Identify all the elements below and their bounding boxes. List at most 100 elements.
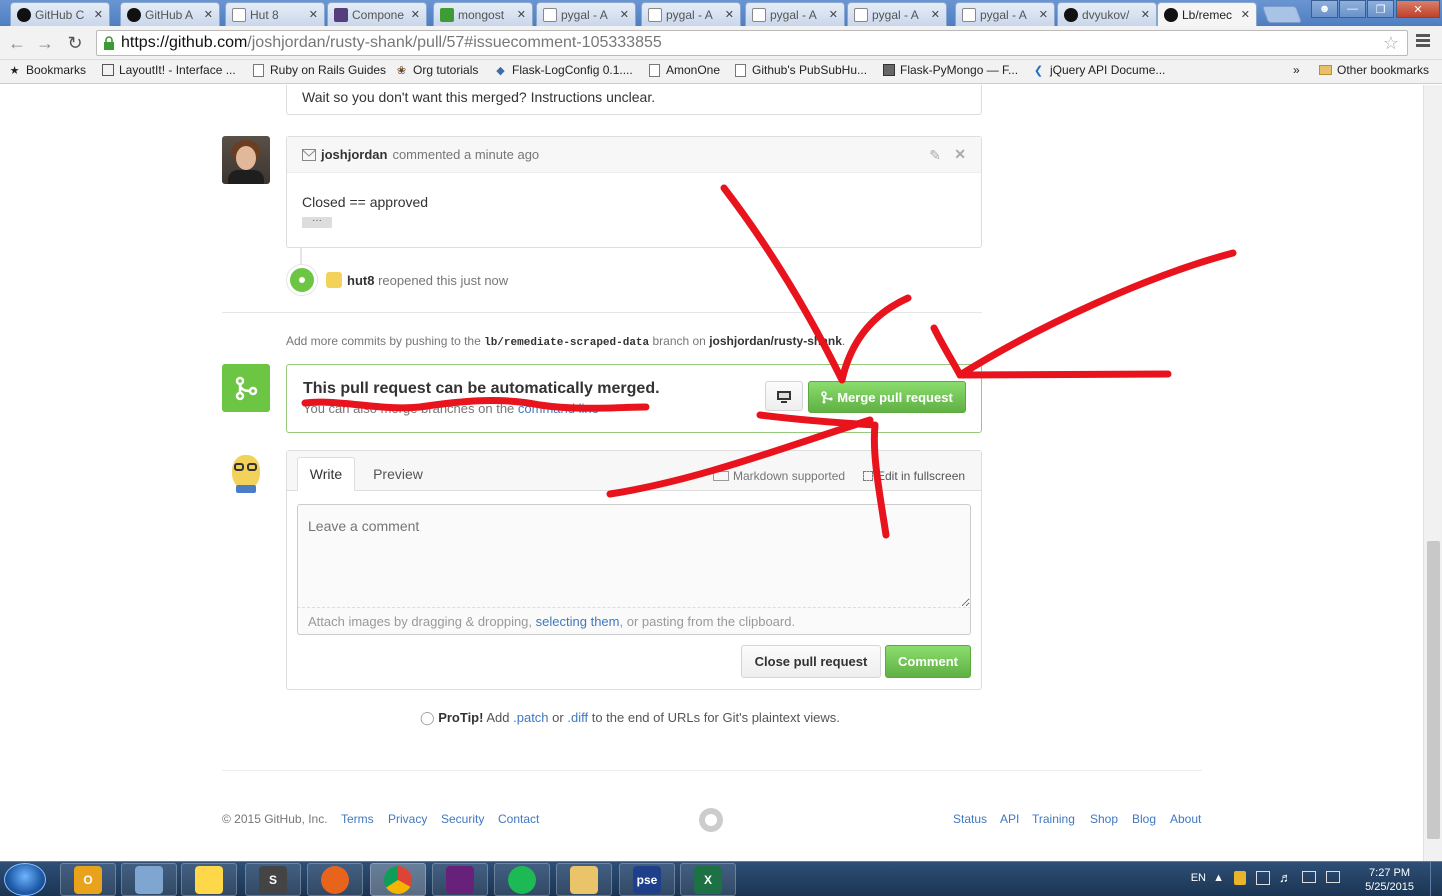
browser-tab[interactable]: pygal - A ✕ bbox=[536, 2, 636, 26]
grid-icon bbox=[101, 64, 114, 77]
taskbar-app-button[interactable] bbox=[307, 863, 363, 896]
page-icon bbox=[752, 7, 766, 22]
bookmark-pubsubhubbub[interactable]: Github's PubSubHu... bbox=[734, 63, 867, 77]
reload-button[interactable]: ↻ bbox=[64, 32, 86, 54]
volume-icon[interactable]: ♬ bbox=[1279, 870, 1292, 885]
browser-tab[interactable]: pygal - A ✕ bbox=[641, 2, 741, 26]
browser-tab[interactable]: pygal - A ✕ bbox=[745, 2, 845, 26]
tab-close-icon[interactable]: ✕ bbox=[725, 8, 734, 21]
page-scrollbar[interactable] bbox=[1423, 85, 1442, 861]
browser-tab[interactable]: Compone ✕ bbox=[327, 2, 427, 26]
book-icon bbox=[882, 64, 895, 77]
tab-close-icon[interactable]: ✕ bbox=[620, 8, 629, 21]
browser-tab[interactable]: Hut 8 ✕ bbox=[225, 2, 325, 26]
spotify-icon bbox=[508, 865, 536, 894]
language-indicator[interactable]: EN bbox=[1191, 872, 1206, 884]
taskbar-app-button[interactable] bbox=[181, 863, 237, 896]
browser-tab[interactable]: mongost ✕ bbox=[433, 2, 533, 26]
taskbar-app-button[interactable] bbox=[370, 863, 426, 896]
bookmark-bookmarks[interactable]: ★ Bookmarks bbox=[8, 63, 86, 77]
address-bar[interactable]: https://github.com/joshjordan/rusty-shan… bbox=[96, 30, 1408, 56]
star-icon: ★ bbox=[9, 64, 20, 77]
url-host: https://github.com bbox=[121, 34, 248, 51]
back-button[interactable]: ← bbox=[6, 32, 28, 54]
forward-button[interactable]: → bbox=[34, 32, 56, 54]
tab-close-icon[interactable]: ✕ bbox=[1039, 8, 1048, 21]
tab-close-icon[interactable]: ✕ bbox=[204, 8, 213, 21]
show-hidden-icons[interactable]: ▲ bbox=[1213, 872, 1224, 884]
page-icon bbox=[734, 63, 747, 77]
minimize-button[interactable]: — bbox=[1339, 0, 1366, 18]
visual-studio-icon bbox=[446, 865, 474, 894]
tray-app-icon[interactable] bbox=[1234, 871, 1246, 885]
jquery-icon: ❮ bbox=[1033, 64, 1044, 77]
browser-tab-strip: GitHub C ✕ GitHub A ✕ Hut 8 ✕ Compone ✕ mongost ✕… bbox=[0, 0, 1442, 26]
bookmark-other[interactable]: Other bookmarks bbox=[1319, 63, 1429, 77]
browser-tab[interactable]: GitHub C ✕ bbox=[10, 2, 110, 26]
taskbar-app-button[interactable] bbox=[494, 863, 550, 896]
tab-close-icon[interactable]: ✕ bbox=[931, 8, 940, 21]
python-icon: ◆ bbox=[496, 64, 505, 77]
taskbar-app-button[interactable]: pse bbox=[619, 863, 675, 896]
page-icon bbox=[648, 63, 661, 77]
firefox-icon bbox=[321, 865, 349, 894]
calculator-icon bbox=[135, 865, 163, 894]
new-tab-button[interactable] bbox=[1261, 6, 1303, 23]
windows-start-button[interactable] bbox=[4, 863, 46, 896]
browser-tab[interactable]: pygal - A ✕ bbox=[955, 2, 1055, 26]
taskbar-app-button[interactable] bbox=[121, 863, 177, 896]
tab-close-icon[interactable]: ✕ bbox=[1141, 8, 1150, 21]
bookmarks-overflow-button[interactable]: » bbox=[1293, 63, 1300, 77]
tab-close-icon[interactable]: ✕ bbox=[1241, 8, 1250, 21]
bookmark-star-icon[interactable]: ☆ bbox=[1383, 33, 1399, 54]
arrow-top bbox=[720, 184, 912, 384]
taskbar-app-button[interactable]: S bbox=[245, 863, 301, 896]
user-icon[interactable]: ☻ bbox=[1311, 0, 1338, 18]
tab-close-icon[interactable]: ✕ bbox=[94, 8, 103, 21]
bookmarks-bar: ★ Bookmarks LayoutIt! - Interface ... Rub… bbox=[0, 60, 1442, 84]
network-icon[interactable] bbox=[1302, 871, 1316, 883]
bookmark-rails-guides[interactable]: Ruby on Rails Guides bbox=[252, 63, 386, 77]
page-icon bbox=[648, 7, 662, 22]
browser-tab[interactable]: Lb/remec ✕ bbox=[1157, 2, 1257, 26]
page-icon bbox=[962, 7, 976, 22]
url-path: /joshjordan/rusty-shank/pull/57#issuecom… bbox=[247, 34, 662, 51]
tab-close-icon[interactable]: ✕ bbox=[411, 8, 420, 21]
page-icon bbox=[543, 7, 557, 22]
page-icon bbox=[232, 7, 246, 22]
bookmark-flask-pymongo[interactable]: Flask-PyMongo — F... bbox=[882, 63, 1018, 77]
windows-taskbar: O Spse X EN ▲ ♬ 7:27 PM 5/25/2015 bbox=[0, 861, 1442, 896]
bookmark-flask-logconfig[interactable]: ◆ Flask-LogConfig 0.1.... bbox=[494, 63, 632, 77]
bookmark-org-tutorials[interactable]: ❀ Org tutorials bbox=[395, 63, 478, 77]
strikethrough-scribble bbox=[301, 397, 650, 412]
bookmark-amonone[interactable]: AmonOne bbox=[648, 63, 720, 77]
taskbar-app-button[interactable]: X bbox=[680, 863, 736, 896]
bookmark-jquery-api[interactable]: ❮ jQuery API Docume... bbox=[1032, 63, 1166, 77]
github-icon bbox=[127, 7, 141, 22]
outlook-icon: O bbox=[74, 865, 102, 894]
taskbar-app-button[interactable] bbox=[432, 863, 488, 896]
browser-tab[interactable]: GitHub A ✕ bbox=[120, 2, 220, 26]
taskbar-app-button[interactable]: O bbox=[60, 863, 116, 896]
tray-clipboard-icon[interactable] bbox=[1256, 871, 1270, 885]
org-unicorn-icon: ❀ bbox=[396, 64, 407, 77]
github-icon bbox=[17, 7, 31, 22]
arrow-bottom bbox=[606, 411, 890, 539]
chrome-menu-icon[interactable] bbox=[1416, 34, 1430, 49]
bookmark-layoutit[interactable]: LayoutIt! - Interface ... bbox=[101, 63, 236, 77]
show-desktop-button[interactable] bbox=[1430, 862, 1442, 896]
page-icon bbox=[854, 7, 868, 22]
tab-close-icon[interactable]: ✕ bbox=[309, 8, 318, 21]
tab-close-icon[interactable]: ✕ bbox=[829, 8, 838, 21]
tab-close-icon[interactable]: ✕ bbox=[517, 8, 526, 21]
file-explorer-icon bbox=[570, 865, 598, 894]
scrollbar-thumb[interactable] bbox=[1427, 541, 1440, 839]
maximize-button[interactable]: ❐ bbox=[1367, 0, 1394, 18]
action-center-icon[interactable] bbox=[1326, 871, 1340, 883]
taskbar-app-button[interactable] bbox=[556, 863, 612, 896]
clock[interactable]: 7:27 PM 5/25/2015 bbox=[1365, 866, 1414, 894]
browser-tab[interactable]: dvyukov/✕ bbox=[1057, 2, 1157, 26]
browser-tab[interactable]: pygal - A ✕ bbox=[847, 2, 947, 26]
excel-icon: X bbox=[694, 865, 722, 894]
close-window-button[interactable]: ✕ bbox=[1396, 0, 1440, 18]
